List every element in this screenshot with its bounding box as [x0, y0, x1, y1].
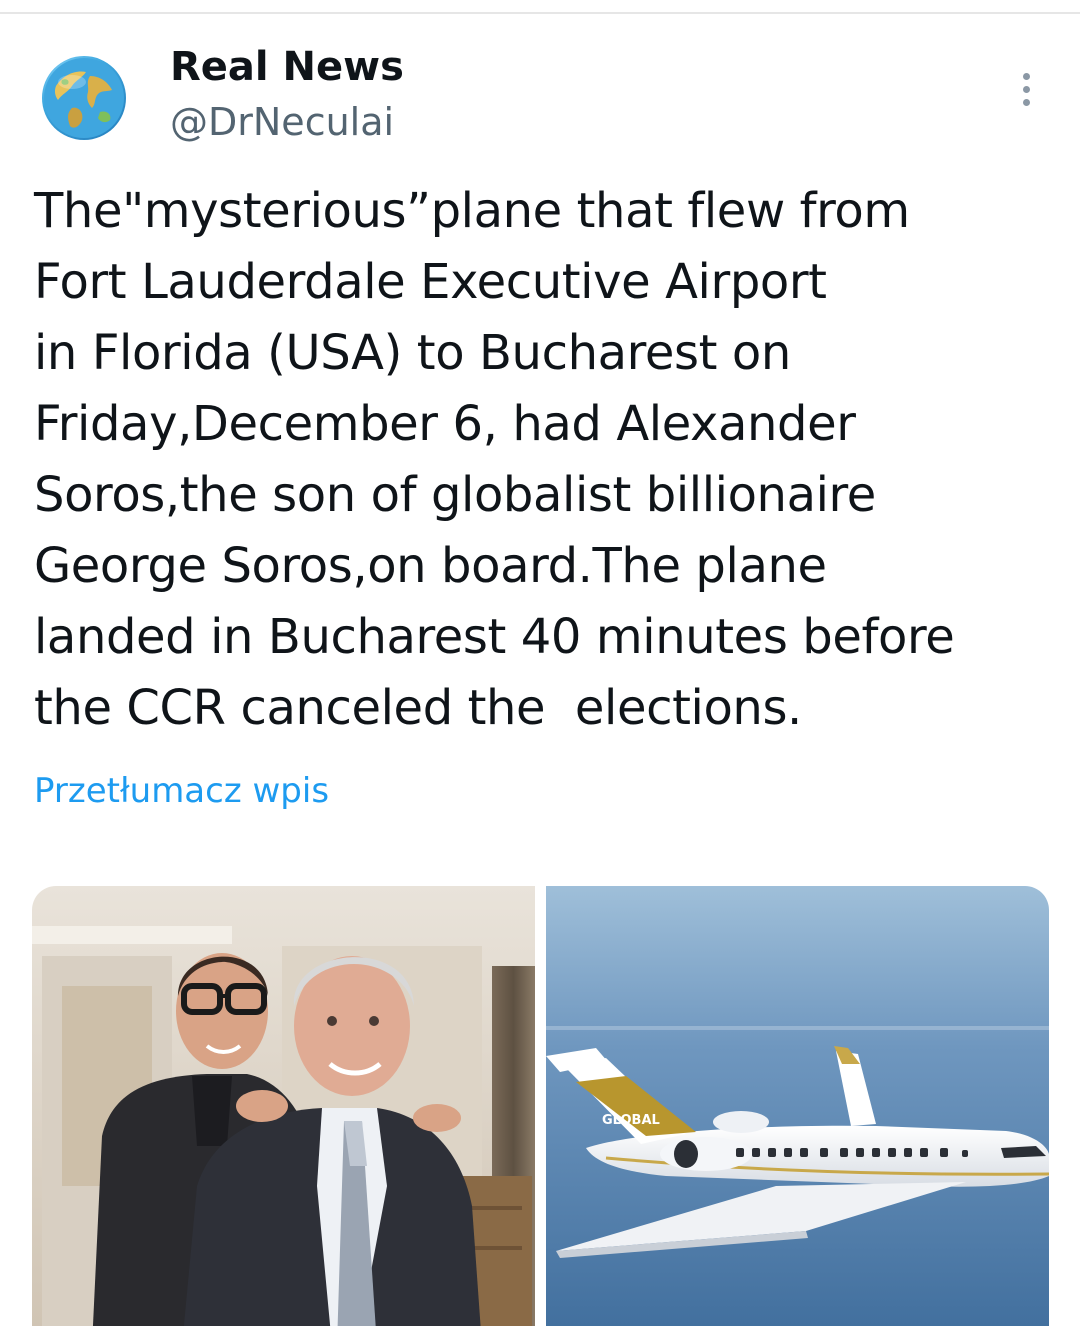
photo-two-men-image: [32, 886, 535, 1326]
photo-airplane[interactable]: GLOBAL: [546, 886, 1049, 1326]
tweet-page: Real News @DrNeculai The"mysterious”plan…: [0, 0, 1080, 1326]
photo-airplane-image: GLOBAL: [546, 886, 1049, 1326]
top-divider: [0, 12, 1080, 14]
photo-two-men[interactable]: [32, 886, 535, 1326]
tail-logo-text: GLOBAL: [602, 1113, 660, 1128]
author-display-name[interactable]: Real News: [170, 43, 404, 91]
globe-icon: [44, 58, 124, 138]
tweet-text: The"mysterious”plane that flew from Fort…: [34, 183, 955, 736]
more-options-button[interactable]: [1006, 66, 1046, 112]
more-vertical-icon: [1022, 98, 1030, 106]
author-avatar[interactable]: [42, 56, 126, 140]
media-grid: GLOBAL: [32, 886, 1049, 1326]
translate-post-link[interactable]: Przetłumacz wpis: [34, 767, 329, 815]
more-vertical-icon: [1022, 72, 1030, 80]
more-vertical-icon: [1022, 85, 1030, 93]
author-handle[interactable]: @DrNeculai: [170, 98, 394, 146]
